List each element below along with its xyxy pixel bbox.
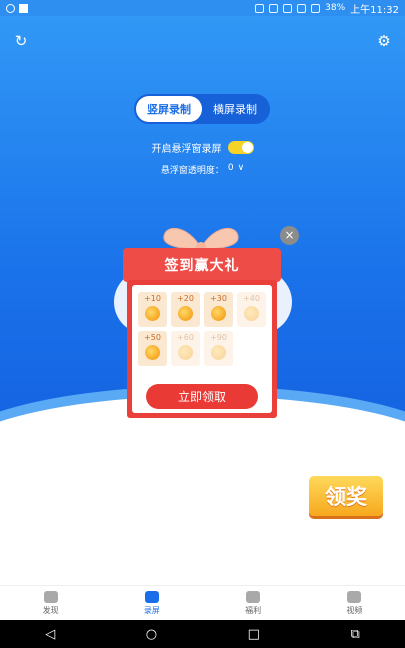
day-amount: +20	[177, 294, 194, 303]
vibrate-icon	[283, 3, 293, 13]
video-icon	[347, 590, 362, 603]
day-amount: +40	[243, 294, 260, 303]
coin-icon	[145, 306, 160, 321]
nav-video[interactable]: 视频	[304, 586, 405, 620]
wifi-icon	[297, 3, 307, 13]
coin-icon	[211, 345, 226, 360]
record-icon	[144, 590, 159, 603]
recents-icon[interactable]: □	[248, 627, 260, 642]
nav-label: 录屏	[143, 605, 160, 615]
day-amount: +60	[177, 333, 194, 342]
day-reward-6[interactable]: +60	[171, 331, 200, 366]
battery-level: 38%	[325, 3, 346, 13]
reward-badge-button[interactable]: 领奖	[309, 476, 383, 516]
bottom-nav: 发现 录屏 福利 视频	[0, 585, 405, 620]
day-reward-1[interactable]: +10	[138, 292, 167, 327]
day-amount: +10	[144, 294, 161, 303]
bluetooth-icon	[269, 3, 279, 13]
notification-icon	[19, 3, 28, 13]
nav-label: 视频	[346, 605, 363, 615]
system-nav-bar: ◁ ○ □ ⧉	[0, 620, 405, 648]
close-modal-button[interactable]: ×	[280, 226, 299, 245]
battery-icon	[311, 3, 321, 13]
screenshot-icon[interactable]: ⧉	[350, 627, 359, 642]
home-icon[interactable]: ○	[146, 627, 157, 642]
back-icon[interactable]: ◁	[45, 627, 55, 642]
coin-icon	[178, 345, 193, 360]
coin-icon	[145, 345, 160, 360]
nav-welfare[interactable]: 福利	[203, 586, 304, 620]
nav-label: 福利	[245, 605, 262, 615]
discover-icon	[43, 590, 58, 603]
gift-icon	[246, 590, 261, 603]
status-time: 上午11:32	[350, 4, 399, 16]
day-reward-4[interactable]: +40	[237, 292, 266, 327]
cast-icon	[255, 3, 265, 13]
signin-panel: +10 +20 +30 +40 +50 +60 +90 立即领取	[132, 285, 272, 413]
signin-modal: +10 +20 +30 +40 +50 +60 +90 立即领取	[127, 280, 277, 418]
nav-label: 发现	[42, 605, 59, 615]
day-amount: +30	[210, 294, 227, 303]
claim-now-button[interactable]: 立即领取	[146, 384, 258, 409]
coin-icon	[211, 306, 226, 321]
day-reward-2[interactable]: +20	[171, 292, 200, 327]
day-amount: +90	[210, 333, 227, 342]
status-bar: 38% 上午11:32	[0, 0, 405, 16]
coin-icon	[178, 306, 193, 321]
day-reward-5[interactable]: +50	[138, 331, 167, 366]
day-reward-7[interactable]: +90	[204, 331, 233, 366]
day-amount: +50	[144, 333, 161, 342]
coin-icon	[244, 306, 259, 321]
nav-record[interactable]: 录屏	[101, 586, 202, 620]
app-status-icon	[6, 3, 15, 13]
nav-discover[interactable]: 发现	[0, 586, 101, 620]
modal-title: 签到赢大礼	[123, 248, 281, 282]
signin-days: +10 +20 +30 +40 +50 +60 +90	[138, 292, 266, 366]
day-reward-3[interactable]: +30	[204, 292, 233, 327]
